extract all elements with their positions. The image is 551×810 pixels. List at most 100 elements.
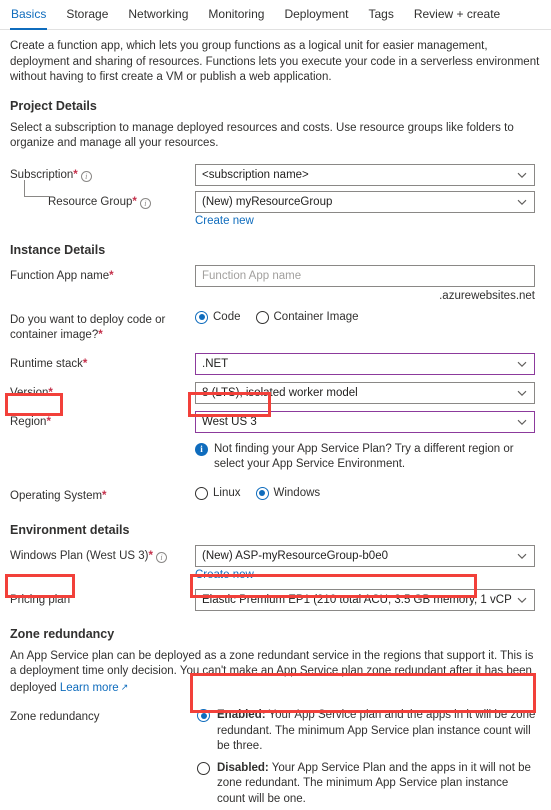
basics-form: Create a function app, which lets you gr… bbox=[0, 30, 551, 810]
tab-review-create[interactable]: Review + create bbox=[413, 7, 501, 28]
runtime-stack-value: .NET bbox=[202, 358, 512, 370]
operating-system-required-marker: * bbox=[102, 490, 106, 502]
region-select[interactable]: West US 3 bbox=[195, 411, 535, 433]
windows-plan-value: (New) ASP-myResourceGroup-b0e0 bbox=[202, 550, 512, 562]
function-app-name-input[interactable]: Function App name bbox=[195, 265, 535, 287]
project-details-description: Select a subscription to manage deployed… bbox=[10, 121, 541, 152]
region-value: West US 3 bbox=[202, 416, 512, 428]
resource-group-label-text: Resource Group bbox=[48, 196, 132, 208]
intro-text: Create a function app, which lets you gr… bbox=[10, 39, 541, 86]
function-app-name-label: Function App name* bbox=[10, 265, 195, 284]
learn-more-link[interactable]: Learn more bbox=[60, 681, 119, 697]
instance-details-heading: Instance Details bbox=[10, 243, 541, 257]
subscription-field: <subscription name> bbox=[195, 164, 541, 186]
region-required-marker: * bbox=[46, 416, 50, 428]
runtime-stack-row: Runtime stack* .NET bbox=[10, 353, 541, 375]
tab-storage[interactable]: Storage bbox=[65, 7, 109, 28]
subscription-value: <subscription name> bbox=[202, 169, 512, 181]
tab-monitoring[interactable]: Monitoring bbox=[207, 7, 265, 28]
chevron-down-icon bbox=[516, 169, 528, 181]
tree-connector bbox=[24, 180, 50, 197]
info-circle-icon: i bbox=[195, 443, 208, 456]
zone-redundancy-field: Enabled: Your App Service plan and the a… bbox=[195, 705, 541, 810]
version-select[interactable]: 8 (LTS), isolated worker model bbox=[195, 382, 535, 404]
radio-disabled-text: Disabled: Your App Service Plan and the … bbox=[217, 761, 539, 808]
windows-plan-row: Windows Plan (West US 3)*i (New) ASP-myR… bbox=[10, 545, 541, 581]
radio-zone-redundancy-enabled[interactable]: Enabled: Your App Service plan and the a… bbox=[195, 705, 541, 758]
resource-group-label: Resource Group* i bbox=[10, 191, 195, 210]
operating-system-label: Operating System* bbox=[10, 485, 195, 504]
chevron-down-icon bbox=[516, 594, 528, 606]
region-info-note-text: Not finding your App Service Plan? Try a… bbox=[214, 442, 535, 472]
resource-group-field: (New) myResourceGroup Create new bbox=[195, 191, 541, 227]
zone-redundancy-description: An App Service plan can be deployed as a… bbox=[10, 649, 541, 697]
windows-plan-label: Windows Plan (West US 3)*i bbox=[10, 545, 195, 564]
runtime-stack-field: .NET bbox=[195, 353, 541, 375]
deploy-choice-radio-group: Code Container Image bbox=[195, 309, 541, 324]
chevron-down-icon bbox=[516, 196, 528, 208]
radio-enabled-text: Enabled: Your App Service plan and the a… bbox=[217, 708, 539, 755]
chevron-down-icon bbox=[516, 387, 528, 399]
deploy-choice-field: Code Container Image bbox=[195, 309, 541, 324]
subscription-select[interactable]: <subscription name> bbox=[195, 164, 535, 186]
project-details-heading: Project Details bbox=[10, 99, 541, 113]
resource-group-select[interactable]: (New) myResourceGroup bbox=[195, 191, 535, 213]
function-app-name-suffix: .azurewebsites.net bbox=[195, 290, 535, 302]
deploy-choice-label-text: Do you want to deploy code or container … bbox=[10, 314, 165, 341]
zone-redundancy-heading: Zone redundancy bbox=[10, 627, 541, 641]
radio-enabled-title: Enabled: bbox=[217, 709, 266, 721]
region-info-note: i Not finding your App Service Plan? Try… bbox=[195, 442, 535, 472]
subscription-required-marker: * bbox=[73, 169, 77, 181]
radio-code[interactable]: Code bbox=[195, 311, 241, 324]
function-app-name-label-text: Function App name bbox=[10, 270, 109, 282]
deploy-choice-label: Do you want to deploy code or container … bbox=[10, 309, 195, 343]
radio-code-indicator bbox=[195, 311, 208, 324]
deploy-choice-required-marker: * bbox=[98, 329, 102, 341]
tab-deployment[interactable]: Deployment bbox=[283, 7, 349, 28]
zone-redundancy-row: Zone redundancy Enabled: Your App Servic… bbox=[10, 705, 541, 810]
function-app-name-placeholder: Function App name bbox=[202, 270, 301, 282]
radio-enabled-indicator bbox=[197, 709, 210, 722]
deploy-choice-row: Do you want to deploy code or container … bbox=[10, 309, 541, 343]
tab-networking[interactable]: Networking bbox=[127, 7, 189, 28]
operating-system-field: Linux Windows bbox=[195, 485, 541, 500]
pricing-plan-row: Pricing plan Elastic Premium EP1 (210 to… bbox=[10, 589, 541, 611]
radio-linux-indicator bbox=[195, 487, 208, 500]
radio-linux[interactable]: Linux bbox=[195, 487, 241, 500]
region-row: Region* West US 3 i Not finding your App… bbox=[10, 411, 541, 472]
create-new-plan-link[interactable]: Create new bbox=[195, 569, 254, 581]
pricing-plan-field: Elastic Premium EP1 (210 total ACU, 3.5 … bbox=[195, 589, 541, 611]
chevron-down-icon bbox=[516, 416, 528, 428]
info-icon[interactable]: i bbox=[140, 198, 151, 209]
info-icon[interactable]: i bbox=[81, 171, 92, 182]
radio-container-image-label: Container Image bbox=[274, 311, 359, 323]
pricing-plan-label-text: Pricing plan bbox=[10, 594, 70, 606]
pricing-plan-select[interactable]: Elastic Premium EP1 (210 total ACU, 3.5 … bbox=[195, 589, 535, 611]
runtime-stack-select[interactable]: .NET bbox=[195, 353, 535, 375]
chevron-down-icon bbox=[516, 358, 528, 370]
info-icon[interactable]: i bbox=[156, 552, 167, 563]
tab-tags[interactable]: Tags bbox=[367, 7, 394, 28]
resource-group-value: (New) myResourceGroup bbox=[202, 196, 512, 208]
radio-enabled-description: Your App Service plan and the apps in it… bbox=[217, 709, 535, 752]
pricing-plan-label: Pricing plan bbox=[10, 589, 195, 608]
radio-zone-redundancy-disabled[interactable]: Disabled: Your App Service Plan and the … bbox=[195, 758, 541, 810]
radio-code-label: Code bbox=[213, 311, 241, 323]
resource-group-required-marker: * bbox=[132, 196, 136, 208]
radio-container-image[interactable]: Container Image bbox=[256, 311, 359, 324]
external-link-icon[interactable]: ↗ bbox=[121, 680, 129, 696]
windows-plan-select[interactable]: (New) ASP-myResourceGroup-b0e0 bbox=[195, 545, 535, 567]
version-row: Version* 8 (LTS), isolated worker model bbox=[10, 382, 541, 404]
radio-disabled-title: Disabled: bbox=[217, 762, 269, 774]
radio-windows[interactable]: Windows bbox=[256, 487, 321, 500]
tab-basics[interactable]: Basics bbox=[10, 7, 47, 30]
create-new-resource-group-link[interactable]: Create new bbox=[195, 215, 254, 227]
region-label-text: Region bbox=[10, 416, 46, 428]
subscription-row: Subscription*i <subscription name> bbox=[10, 164, 541, 186]
operating-system-radio-group: Linux Windows bbox=[195, 485, 541, 500]
function-app-name-row: Function App name* Function App name .az… bbox=[10, 265, 541, 302]
function-app-name-field: Function App name .azurewebsites.net bbox=[195, 265, 541, 302]
runtime-stack-label: Runtime stack* bbox=[10, 353, 195, 372]
radio-disabled-indicator bbox=[197, 762, 210, 775]
runtime-stack-label-text: Runtime stack bbox=[10, 358, 83, 370]
